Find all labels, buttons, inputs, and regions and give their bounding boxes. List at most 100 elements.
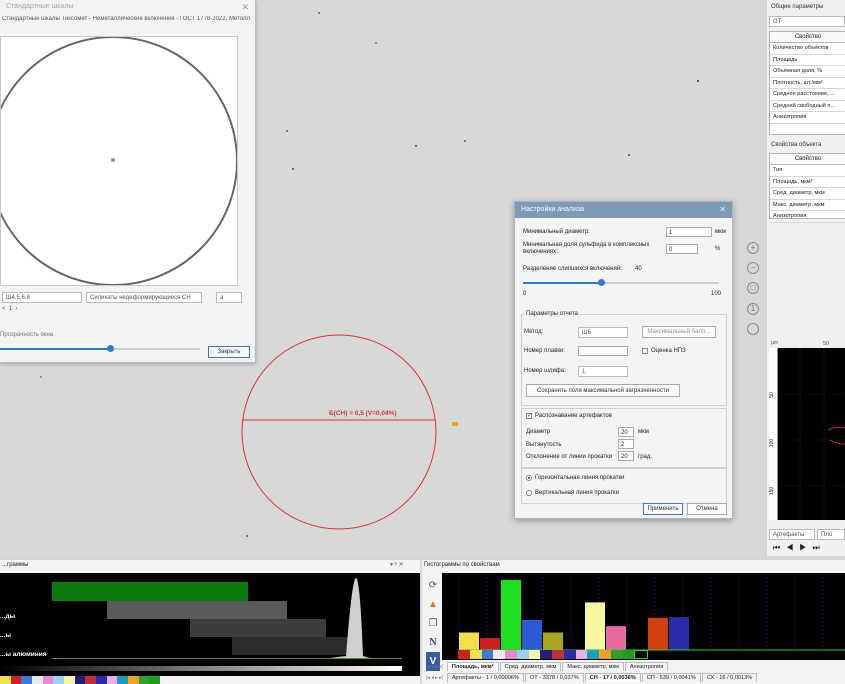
table-row[interactable]: Средний свободный п... <box>770 101 845 112</box>
vertical-radio[interactable] <box>526 490 532 496</box>
deviation-input[interactable]: 20 <box>618 451 634 461</box>
tab-nav-icon[interactable]: |◂ ◂ ▸ ▸| <box>426 664 443 670</box>
heat-input[interactable] <box>578 346 628 356</box>
histogram-bar[interactable] <box>459 632 479 651</box>
tab-class[interactable]: СП - 539 / 0,0041% <box>641 673 701 682</box>
row-label: ...ы <box>0 632 11 639</box>
inclusion <box>464 140 466 142</box>
min-diameter-input[interactable]: 1 <box>666 227 712 237</box>
scale-select[interactable]: Ш4,5,6,8 <box>2 292 82 303</box>
histogram-bar[interactable] <box>543 632 563 651</box>
right-panel: Общие параметры ОТ Свойство Количество о… <box>767 0 845 556</box>
bottom-class-select[interactable]: Артефакты <box>769 529 815 540</box>
zoom-fit-icon[interactable]: □ <box>747 282 759 294</box>
table-row[interactable]: Площадь <box>770 55 845 66</box>
npz-checkbox[interactable] <box>642 348 648 354</box>
panel-pin-icon[interactable]: ▾ ᵖ ✕ <box>390 561 404 568</box>
tab-class[interactable]: Артефакты - 1 / 0,00006% <box>446 673 524 682</box>
next-icon[interactable]: ▶ <box>799 543 812 552</box>
type-select[interactable]: Силикаты недеформирующиеся СН <box>86 292 202 303</box>
tab-area[interactable]: Площадь, мкм² <box>446 662 499 671</box>
range-bar <box>107 601 287 619</box>
table-row[interactable]: Количество объектов <box>770 43 845 55</box>
row-label: ...ы алюминия <box>0 651 47 658</box>
table-row[interactable]: Макс. диаметр, мкм <box>770 200 845 211</box>
separation-label: Разделение слипшихся включений: <box>523 266 622 272</box>
tab-class[interactable]: СН - 17 / 0,0036% <box>584 673 641 682</box>
palette-icon[interactable]: ▲ <box>426 595 440 614</box>
histogram-bar[interactable] <box>501 580 521 650</box>
tab-nav-icon[interactable]: |◂ ◂ ▸ ▸| <box>426 675 443 681</box>
dialog-close-icon[interactable]: ✕ <box>719 205 726 214</box>
cancel-button[interactable]: Отмена <box>687 503 727 515</box>
normalize-icon[interactable]: N <box>426 633 440 652</box>
table-row[interactable]: Тип <box>770 165 845 177</box>
table-row[interactable]: Сред. диаметр, мкм <box>770 188 845 200</box>
inclusion <box>286 130 288 132</box>
table-row[interactable]: Площадь, мкм² <box>770 177 845 188</box>
min-diameter-unit: мкм <box>715 229 726 235</box>
sulfide-input[interactable]: 0 <box>666 244 698 254</box>
table-row[interactable]: Анизотропия <box>770 211 845 223</box>
histogram-bar[interactable] <box>669 617 689 650</box>
opacity-thumb[interactable] <box>107 345 114 352</box>
section-select[interactable]: 1 <box>578 366 628 377</box>
table-row[interactable]: Среднее расстояние, ... <box>770 89 845 101</box>
standard-scales-window[interactable]: Стандартные шкалы ✕ Стандартные шкалы Ти… <box>0 0 256 363</box>
tool-column: ⟳ ▲ ❐ N V <box>426 576 440 671</box>
elongation-input[interactable]: 2 <box>618 439 634 449</box>
histogram-bar[interactable] <box>480 638 500 650</box>
zoom-region-icon[interactable] <box>747 323 759 335</box>
analysis-settings-dialog[interactable]: Настройки анализа ✕ Минимальный диаметр:… <box>514 201 733 519</box>
table-row[interactable]: Плотность, шт./мм² <box>770 78 845 89</box>
tab-mean-diameter[interactable]: Сред. диаметр, мкм <box>499 662 562 671</box>
histogram-panel-left: ...граммы ▾ ᵖ ✕ ...ды ...ы ...ы алюминия <box>0 560 420 684</box>
class-color-strip[interactable] <box>0 676 161 684</box>
next-page-icon[interactable]: › <box>16 306 18 312</box>
report-group-title: Параметры отчета <box>524 311 580 317</box>
class-select[interactable]: ОТ <box>769 16 845 27</box>
prev-page-icon[interactable]: < <box>2 306 6 312</box>
zoom-actual-icon[interactable]: 1 <box>747 303 759 315</box>
zoom-in-icon[interactable]: + <box>747 242 759 254</box>
refresh-icon[interactable]: ⟳ <box>426 576 440 595</box>
max-score-button[interactable]: Максимальный балл... <box>642 326 716 338</box>
grade-select[interactable]: а <box>216 292 242 303</box>
tab-class[interactable]: СХ - 16 / 0,0013% <box>701 673 758 682</box>
histogram-bar[interactable] <box>522 619 542 650</box>
histogram-bar[interactable] <box>606 626 626 650</box>
histogram-bar[interactable] <box>648 617 668 650</box>
save-fields-button[interactable]: Сохранить поля максимальной загрязненнос… <box>526 384 680 397</box>
tab-max-diameter[interactable]: Макс. диаметр, мкм <box>562 662 624 671</box>
scale-preview <box>0 36 238 286</box>
table-row[interactable]: Объёмная доля, % <box>770 66 845 78</box>
apply-button[interactable]: Применить <box>643 503 683 515</box>
histogram-bar[interactable] <box>585 602 605 650</box>
prev-icon[interactable]: ◀ <box>786 543 799 552</box>
diameter-input[interactable]: 20 <box>618 427 634 437</box>
horizontal-radio[interactable] <box>526 475 532 481</box>
tab-class[interactable]: ОТ - 3378 / 0,037% <box>524 673 584 682</box>
page-stepper[interactable]: < 1 › <box>2 306 18 312</box>
table-row[interactable]: Анизотропия <box>770 112 845 124</box>
histogram-area[interactable]: ...ды ...ы ...ы алюминия <box>0 573 420 676</box>
color-palette-strip[interactable] <box>458 650 648 659</box>
property-histogram[interactable] <box>442 573 845 660</box>
method-select[interactable]: Ш6 <box>578 327 628 338</box>
last-icon[interactable]: ⏭ <box>812 543 825 552</box>
object-preview[interactable] <box>778 348 845 520</box>
separation-max: 100 <box>711 291 722 297</box>
close-icon[interactable]: ✕ <box>241 2 249 13</box>
zoom-out-icon[interactable]: − <box>747 262 759 274</box>
close-button[interactable]: Закрыть <box>208 346 250 358</box>
object-navigation[interactable]: ⏮◀▶⏭ <box>773 543 826 553</box>
bottom-prop-select[interactable]: Пло <box>817 529 845 540</box>
copy-icon[interactable]: ❐ <box>426 614 440 633</box>
first-icon[interactable]: ⏮ <box>773 543 786 552</box>
inclusion <box>628 154 630 156</box>
separation-thumb[interactable] <box>598 279 606 286</box>
inclusion <box>697 80 699 82</box>
tab-anisotropy[interactable]: Анизотропия <box>624 662 669 671</box>
inclusion <box>415 145 417 147</box>
artefacts-checkbox[interactable]: ✓ <box>526 413 532 419</box>
